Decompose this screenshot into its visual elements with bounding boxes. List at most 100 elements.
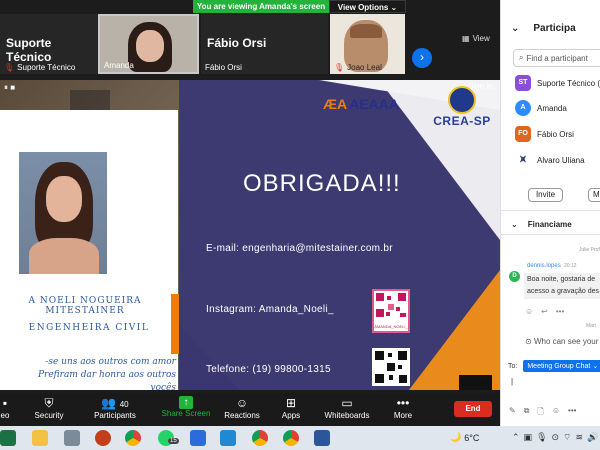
word-icon[interactable]: [314, 430, 330, 446]
apps-icon: ⊞: [285, 396, 297, 410]
presenter-role: ENGENHEIRA CIVIL: [28, 323, 150, 333]
presenter-photo: [19, 152, 107, 274]
apps-button[interactable]: ⊞ Apps: [280, 395, 302, 420]
presenter-card: A NOELI NOGUEIRA MITESTAINER ENGENHEIRA …: [0, 110, 178, 393]
file-explorer-icon[interactable]: [32, 430, 48, 446]
temperature: 6°C: [464, 432, 480, 443]
thank-you-slide: Sign in ÆA AEAAA CREA-SP OBRIGADA!!! E-ma…: [179, 80, 500, 390]
chat-avatar: D: [509, 271, 520, 282]
more-participants-button[interactable]: M: [588, 188, 600, 202]
avatar: A: [515, 100, 531, 116]
chat-header: ⌄ Financiame: [511, 220, 572, 229]
screenshot-icon[interactable]: ⧉: [524, 406, 530, 420]
view-button[interactable]: ▦ View: [462, 34, 490, 43]
chrome-icon[interactable]: [252, 430, 268, 446]
participant-row[interactable]: A Amanda: [515, 100, 567, 116]
zoom-meeting-area: You are viewing Amanda's screen View Opt…: [0, 0, 500, 426]
format-icon[interactable]: ✎: [509, 406, 516, 420]
participant-name: Alvaro Uliana: [537, 155, 585, 165]
microphone-icon[interactable]: 🎙: [536, 432, 547, 443]
vscode-icon[interactable]: [220, 430, 236, 446]
chevron-right-icon: ›: [420, 50, 424, 64]
chat-message[interactable]: Boa noite, gostaria de acesso a gravação…: [524, 273, 600, 299]
search-placeholder: Find a participant: [526, 53, 588, 63]
system-tray: ⌃ ▣ 🎙 ⊙ ⌔ ≋ 🔊: [512, 432, 598, 443]
file-icon[interactable]: 🗋: [537, 406, 543, 420]
windows-taskbar: 15 🌙 6°C ⌃ ▣ 🎙 ⊙ ⌔ ≋ 🔊: [0, 426, 600, 450]
shield-icon: ⛨: [44, 396, 54, 410]
thumbnail-suporte-tecnico[interactable]: Suporte Técnico 🎙 Suporte Técnico: [0, 14, 98, 74]
emoji-reaction-icon[interactable]: ☺: [525, 307, 533, 316]
whiteboards-button[interactable]: ▭ Whiteboards: [322, 395, 372, 420]
crea-sp-logo: CREA-SP: [427, 86, 497, 128]
qr-pattern: [375, 351, 407, 383]
more-icon[interactable]: •••: [556, 307, 564, 316]
instagram-qr-code: AMANDA_NOELI_: [372, 289, 410, 333]
chrome-icon[interactable]: [283, 430, 299, 446]
chat-meta-top: Julie Prof: [579, 247, 600, 253]
thumbnail-fabio-orsi[interactable]: Fábio Orsi Fábio Orsi: [201, 14, 328, 74]
share-screen-button[interactable]: ↑ Share Screen: [160, 395, 212, 418]
location-icon[interactable]: ⊙: [552, 432, 560, 443]
app-icon[interactable]: [64, 430, 80, 446]
participant-row[interactable]: FO Fábio Orsi: [515, 126, 574, 142]
participants-button[interactable]: 👥 40 Participants: [90, 395, 140, 420]
video-button[interactable]: ▪ eo: [0, 395, 14, 420]
share-banner-message: You are viewing Amanda's screen: [193, 0, 329, 13]
chat-meta-bottom: Mari: [586, 323, 596, 329]
visibility-hint[interactable]: ⊙ Who can see your m: [525, 337, 600, 346]
thumbnail-amanda[interactable]: Amanda: [98, 14, 199, 74]
thumbnail-joao-leal[interactable]: 🎙 Joao Leal: [330, 14, 405, 74]
to-label: To:: [508, 362, 518, 370]
next-page-button[interactable]: ›: [412, 48, 432, 68]
chevron-up-icon[interactable]: ⌃: [512, 432, 520, 443]
thumbnail-name: Fábio Orsi: [207, 36, 267, 50]
view-options-button[interactable]: View Options ⌄: [329, 0, 406, 13]
app-icon[interactable]: [190, 430, 206, 446]
compose-toolbar: ✎ ⧉ 🗋 ☺ •••: [509, 406, 576, 420]
chat-message-line: acesso a gravação des: [527, 288, 599, 295]
participant-search-input[interactable]: ⌕ Find a participant: [513, 49, 600, 67]
message-actions: ☺ ↩ •••: [525, 307, 564, 316]
slide-email: E-mail: engenharia@mitestainer.com.br: [206, 243, 393, 254]
invite-button[interactable]: Invite: [528, 188, 563, 202]
chat-recipient-row: To: Meeting Group Chat ⌄: [508, 360, 600, 372]
volume-icon[interactable]: 🔊: [587, 432, 598, 443]
reactions-button[interactable]: ☺ Reactions: [222, 395, 262, 420]
participants-title: Participa: [533, 23, 576, 34]
end-meeting-button[interactable]: End: [454, 401, 492, 417]
presenter-name: A NOELI NOGUEIRA MITESTAINER: [28, 296, 142, 316]
participant-name: Amanda: [537, 103, 567, 113]
pause-icon[interactable]: ⏸ ■: [4, 83, 15, 93]
wifi-icon[interactable]: ≋: [576, 432, 584, 443]
side-panel: ⌄ Participa ⌕ Find a participant ST Supo…: [500, 0, 600, 426]
network-icon[interactable]: ⌔: [563, 432, 571, 443]
participant-row[interactable]: ⩙ Alvaro Uliana: [515, 152, 585, 168]
weather-icon: 🌙: [450, 432, 462, 442]
slide-instagram: Instagram: Amanda_Noeli_: [206, 304, 334, 315]
text-cursor[interactable]: |: [511, 377, 513, 386]
collapse-chevron-icon[interactable]: ⌄: [511, 23, 519, 34]
emoji-icon[interactable]: ☺: [552, 406, 560, 420]
video-icon: ▪: [2, 396, 8, 410]
chrome-icon[interactable]: [125, 430, 141, 446]
desktop: You are viewing Amanda's screen View Opt…: [0, 0, 600, 450]
reactions-icon: ☺: [235, 396, 249, 410]
chat-message-line: Boa noite, gostaria de: [527, 276, 596, 283]
tray-app-icon[interactable]: ▣: [524, 432, 533, 443]
qr-pattern: [376, 293, 406, 317]
chat-title: Financiame: [527, 220, 572, 229]
more-icon[interactable]: •••: [568, 406, 576, 420]
security-button[interactable]: ⛨ Security: [30, 395, 68, 420]
recipient-select[interactable]: Meeting Group Chat ⌄: [523, 360, 600, 372]
reply-icon[interactable]: ↩: [541, 307, 548, 316]
presenter-quote: -se uns aos outros com amor Prefiram dar…: [37, 357, 176, 393]
excel-icon[interactable]: [0, 430, 16, 446]
weather-widget[interactable]: 🌙 6°C: [450, 432, 479, 443]
more-button[interactable]: ••• More: [390, 395, 416, 420]
crea-seal-icon: [448, 86, 476, 114]
participant-row[interactable]: ST Suporte Técnico (: [515, 75, 600, 91]
collapse-chevron-icon[interactable]: ⌄: [511, 220, 518, 229]
powerpoint-icon[interactable]: [95, 430, 111, 446]
face-shape: [46, 176, 82, 222]
